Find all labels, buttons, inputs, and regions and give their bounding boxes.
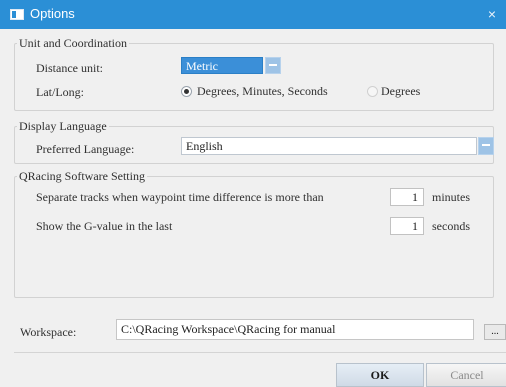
latlong-degrees-label[interactable]: Degrees [381, 84, 420, 99]
unit-coordination-legend: Unit and Coordination [19, 36, 127, 50]
title-bar: Options × [0, 0, 506, 29]
browse-workspace-button[interactable]: ... [484, 324, 506, 340]
preferred-language-label: Preferred Language: [36, 142, 135, 156]
latlong-degrees-radio[interactable] [367, 86, 378, 97]
distance-unit-label: Distance unit: [36, 61, 103, 75]
separate-tracks-input[interactable]: 1 [390, 188, 424, 206]
window-title: Options [30, 6, 75, 21]
latlong-dms-radio[interactable] [181, 86, 192, 97]
latlong-label: Lat/Long: [36, 85, 84, 99]
g-value-unit: seconds [432, 219, 470, 233]
latlong-dms-label[interactable]: Degrees, Minutes, Seconds [197, 84, 328, 99]
cancel-button[interactable]: Cancel [426, 363, 506, 387]
close-icon[interactable]: × [484, 5, 500, 23]
window-app-icon [10, 9, 24, 20]
distance-unit-select[interactable]: Metric [181, 57, 263, 74]
display-language-legend: Display Language [19, 119, 107, 133]
ok-button[interactable]: OK [336, 363, 424, 387]
chevron-down-icon [269, 64, 277, 66]
preferred-language-select[interactable]: English [181, 137, 477, 155]
footer-divider [14, 352, 506, 353]
separate-tracks-unit: minutes [432, 190, 470, 204]
software-setting-legend: QRacing Software Setting [19, 169, 145, 183]
distance-unit-dropdown-button[interactable] [265, 57, 281, 74]
workspace-label: Workspace: [20, 325, 77, 339]
separate-tracks-label: Separate tracks when waypoint time diffe… [36, 190, 324, 204]
chevron-down-icon [482, 144, 490, 146]
g-value-input[interactable]: 1 [390, 217, 424, 235]
distance-unit-value: Metric [186, 59, 218, 73]
workspace-path-input[interactable]: C:\QRacing Workspace\QRacing for manual [116, 319, 474, 340]
preferred-language-dropdown-button[interactable] [478, 137, 494, 155]
g-value-label: Show the G-value in the last [36, 219, 173, 233]
preferred-language-value: English [186, 139, 223, 153]
